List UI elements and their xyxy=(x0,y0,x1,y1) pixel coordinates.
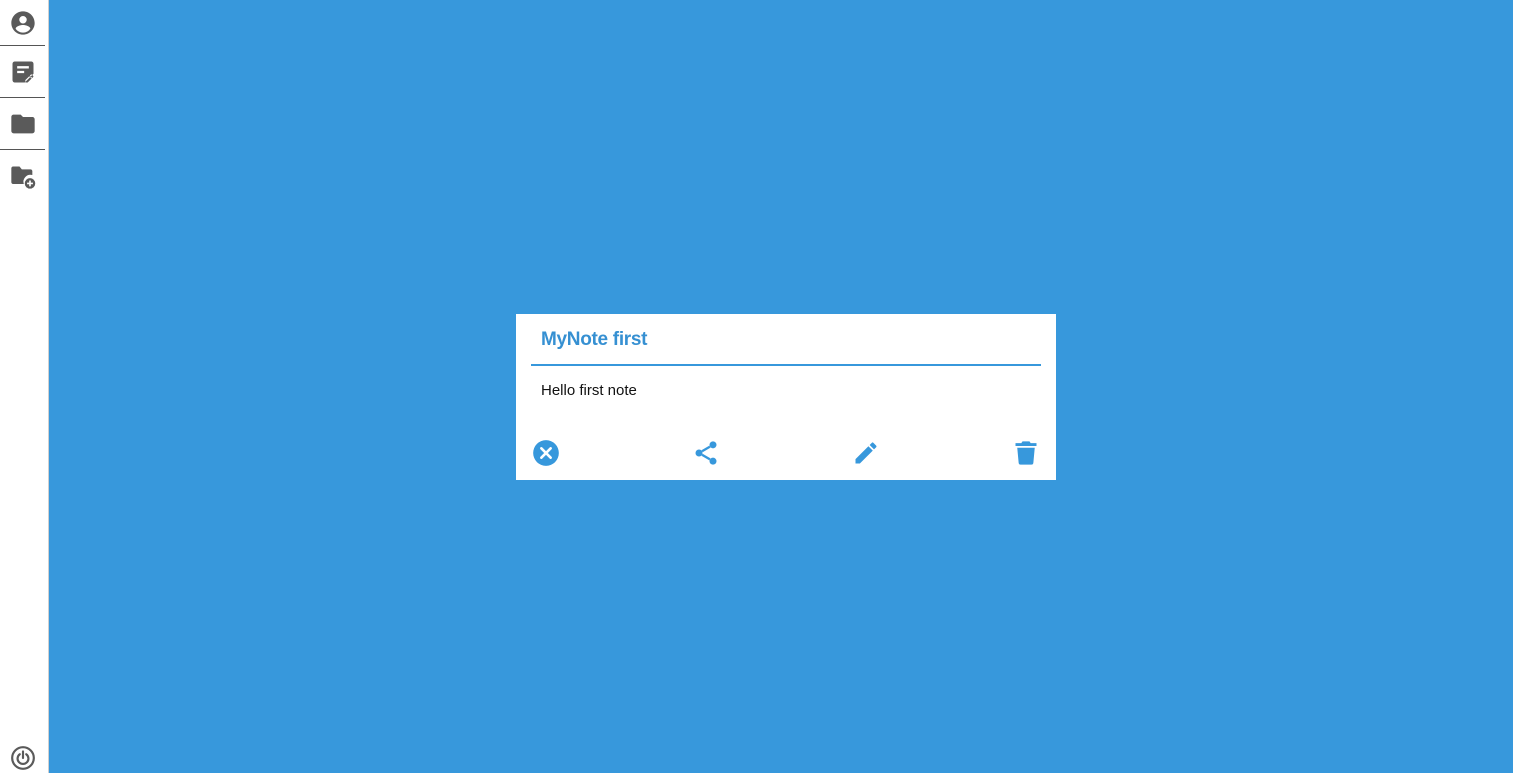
close-note-button[interactable] xyxy=(531,438,561,468)
share-note-button[interactable] xyxy=(691,438,721,468)
sidebar-divider xyxy=(0,97,45,98)
sidebar-item-add-folder[interactable] xyxy=(0,154,45,199)
note-body: Hello first note xyxy=(541,382,637,399)
delete-note-button[interactable] xyxy=(1011,438,1041,468)
note-card: MyNote first Hello first note xyxy=(516,314,1056,480)
folder-add-icon xyxy=(9,163,37,191)
sidebar-item-account[interactable] xyxy=(0,0,45,45)
note-title-divider xyxy=(531,364,1041,366)
share-icon xyxy=(692,439,720,467)
app-background: MyNote first Hello first note xyxy=(0,0,1513,773)
folder-icon xyxy=(9,110,37,138)
sidebar-item-notes[interactable] xyxy=(0,49,45,94)
trash-icon xyxy=(1012,439,1040,467)
sidebar xyxy=(0,0,49,773)
account-icon xyxy=(9,9,37,37)
note-title: MyNote first xyxy=(541,329,648,350)
pencil-icon xyxy=(852,439,880,467)
sidebar-divider xyxy=(0,149,45,150)
logout-button[interactable] xyxy=(0,743,45,773)
edit-note-button[interactable] xyxy=(851,438,881,468)
close-circle-icon xyxy=(532,439,560,467)
power-icon xyxy=(10,745,36,771)
sidebar-item-folders[interactable] xyxy=(0,101,45,146)
sidebar-divider xyxy=(0,45,45,46)
note-icon xyxy=(9,58,37,86)
